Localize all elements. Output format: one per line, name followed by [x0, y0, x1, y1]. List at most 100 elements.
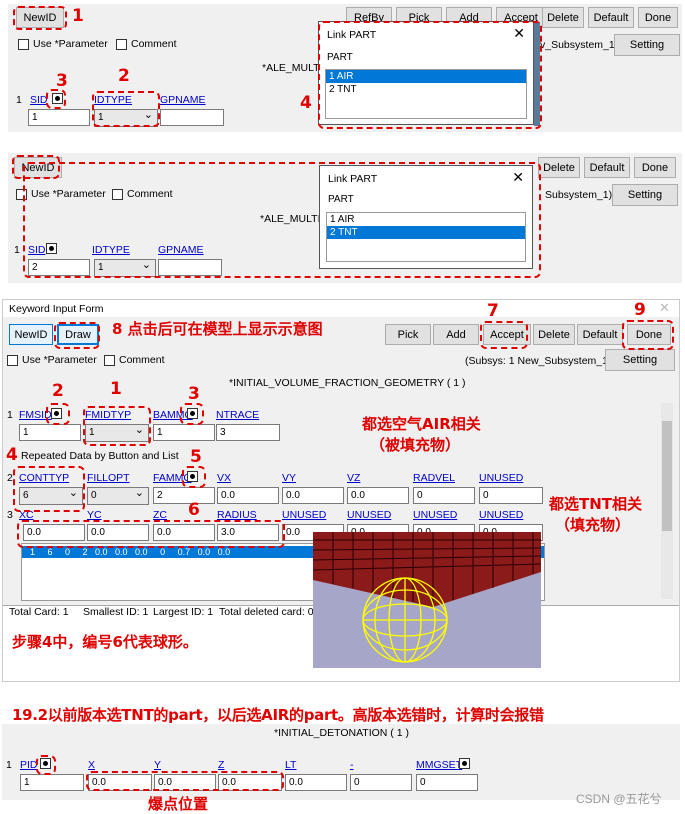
subsystem-label: v_Subsystem_1) [540, 39, 619, 51]
annotation-box [318, 21, 542, 129]
vx-link[interactable]: VX [217, 472, 231, 484]
comment-checkbox[interactable]: Comment [116, 38, 177, 50]
unused-input[interactable]: 0 [479, 487, 543, 504]
keyword-title: *INITIAL_VOLUME_FRACTION_GEOMETRY ( 1 ) [229, 377, 466, 389]
lt-input[interactable]: 0.0 [285, 774, 347, 791]
model-viewport [313, 532, 541, 668]
subsystem-label: (Subsys: 1 New_Subsystem_1) [465, 355, 612, 367]
comment-label: Comment [119, 354, 165, 366]
fillopt-link[interactable]: FILLOPT [87, 472, 130, 484]
gpname-input[interactable] [160, 109, 224, 126]
air-note-line1: 都选空气AIR相关 [362, 415, 481, 433]
vx-input[interactable]: 0.0 [217, 487, 279, 504]
dash-link[interactable]: - [350, 759, 354, 771]
setting-button[interactable]: Setting [614, 34, 680, 56]
row-number: 1 [14, 244, 20, 256]
annotation-number: 1 [72, 6, 84, 26]
smallest-id-label: Smallest ID: 1 [83, 606, 149, 618]
annotation-number: 9 [634, 300, 646, 320]
scrollbar-thumb[interactable] [662, 421, 672, 531]
keyword-title: *INITIAL_DETONATION ( 1 ) [274, 727, 409, 739]
mmgset-input[interactable]: 0 [416, 774, 478, 791]
unused-link[interactable]: UNUSED [347, 509, 391, 521]
use-parameter-checkbox[interactable]: Use *Parameter [7, 354, 97, 366]
row-number: 1 [7, 409, 13, 421]
delete-button[interactable]: Delete [538, 157, 580, 178]
gpname-link[interactable]: GPNAME [160, 94, 206, 106]
annotation-number: 7 [487, 301, 499, 321]
mesh-sphere-image [313, 532, 541, 663]
tnt-note-line1: 都选TNT相关 [549, 495, 643, 513]
total-deleted-label: Total deleted card: 0 [219, 606, 314, 618]
setting-button[interactable]: Setting [612, 184, 678, 206]
default-button[interactable]: Default [584, 157, 630, 178]
fammg-input[interactable]: 2 [153, 487, 215, 504]
ntrace-link[interactable]: NTRACE [216, 409, 259, 421]
comment-label: Comment [131, 38, 177, 50]
annotation-number: 4 [300, 93, 312, 113]
unused-link[interactable]: UNUSED [479, 472, 523, 484]
default-button[interactable]: Default [577, 324, 623, 345]
x-link[interactable]: X [88, 759, 95, 771]
annotation-box [480, 321, 528, 349]
annotation-number: 4 [6, 445, 18, 465]
newid-button[interactable]: NewID [9, 324, 53, 345]
unused-link[interactable]: UNUSED [413, 509, 457, 521]
vz-link[interactable]: VZ [347, 472, 360, 484]
annotation-box [46, 403, 70, 425]
annotation-number: 2 [118, 66, 130, 86]
annotation-box [92, 91, 160, 127]
annotation-box [83, 406, 151, 446]
annotation-number: 1 [110, 379, 122, 399]
add-button[interactable]: Add [433, 324, 479, 345]
use-parameter-checkbox[interactable]: Use *Parameter [18, 38, 108, 50]
repeated-data-label: Repeated Data by Button and List [21, 450, 179, 462]
annotation-box [86, 771, 284, 791]
annotation-box [180, 403, 204, 425]
done-button[interactable]: Done [638, 7, 678, 28]
pick-button[interactable]: Pick [385, 324, 431, 345]
step-note: 步骤4中，编号6代表球形。 [12, 633, 198, 651]
z-link[interactable]: Z [218, 759, 224, 771]
delete-button[interactable]: Delete [542, 7, 584, 28]
default-button[interactable]: Default [588, 7, 634, 28]
ntrace-input[interactable]: 3 [216, 424, 280, 441]
air-note-line2: （被填充物） [370, 436, 461, 454]
annotation-box [182, 466, 206, 488]
explosion-position-note: 爆点位置 [148, 795, 209, 813]
watermark: CSDN @五花兮 [576, 792, 662, 806]
row-number: 1 [16, 94, 22, 106]
vy-link[interactable]: VY [282, 472, 296, 484]
mmgset-link[interactable]: MMGSET [416, 759, 462, 771]
radvel-link[interactable]: RADVEL [413, 472, 455, 484]
vz-input[interactable]: 0.0 [347, 487, 409, 504]
keyword-title: *ALE_MULTI [262, 62, 323, 74]
pid-input[interactable]: 1 [20, 774, 84, 791]
fmsid-input[interactable]: 1 [19, 424, 81, 441]
pid-link[interactable]: PID [20, 759, 38, 771]
close-icon[interactable]: ✕ [659, 300, 670, 316]
lt-link[interactable]: LT [285, 759, 296, 771]
largest-id-label: Largest ID: 1 [153, 606, 214, 618]
delete-button[interactable]: Delete [533, 324, 575, 345]
bammg-input[interactable]: 1 [153, 424, 215, 441]
unused-link[interactable]: UNUSED [479, 509, 523, 521]
sid-link[interactable]: SID [30, 94, 48, 106]
vy-input[interactable]: 0.0 [282, 487, 344, 504]
mmgset-pick-icon[interactable] [459, 758, 470, 769]
unused-link[interactable]: UNUSED [282, 509, 326, 521]
form-scrollbar[interactable] [661, 403, 673, 599]
annotation-box [46, 89, 66, 109]
fillopt-select[interactable]: 0 [87, 487, 149, 505]
tnt-note-line2: （填充物） [555, 516, 631, 534]
setting-button[interactable]: Setting [605, 349, 675, 371]
dash-input[interactable]: 0 [350, 774, 412, 791]
sid-input[interactable]: 1 [28, 109, 90, 126]
y-link[interactable]: Y [154, 759, 161, 771]
comment-checkbox[interactable]: Comment [104, 354, 165, 366]
annotation-number: 2 [52, 381, 64, 401]
done-button[interactable]: Done [634, 157, 676, 178]
annotation-box [17, 520, 285, 548]
radvel-input[interactable]: 0 [413, 487, 475, 504]
form-title: Keyword Input Form [9, 303, 104, 315]
